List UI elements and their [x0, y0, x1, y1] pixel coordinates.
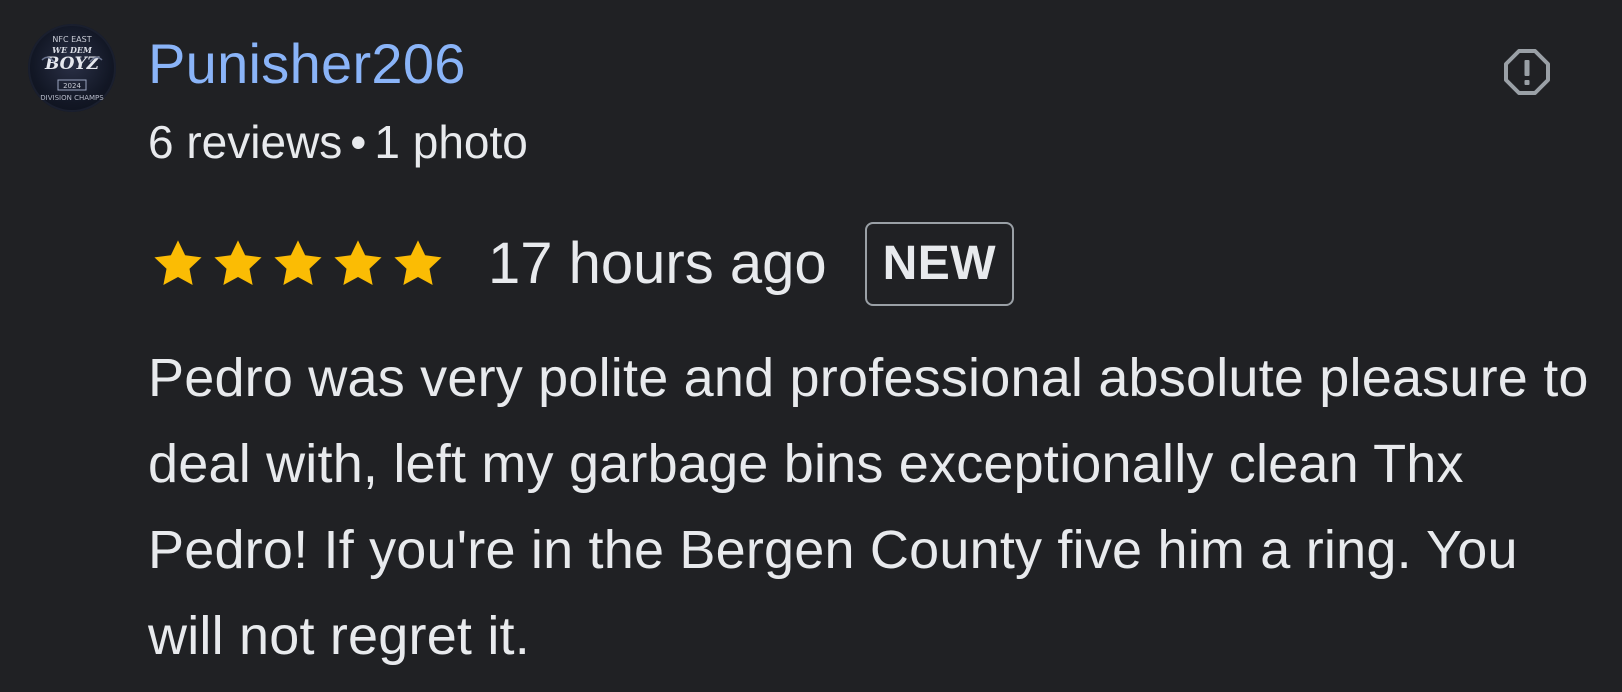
- rating-row: 17 hours ago NEW: [148, 222, 1015, 306]
- avatar-text-1: NFC EAST: [52, 35, 91, 44]
- review-text: Pedro was very polite and professional a…: [148, 348, 1589, 666]
- author-name[interactable]: Punisher206: [148, 32, 466, 96]
- meta-separator: •: [350, 116, 367, 168]
- star-rating: [148, 235, 448, 293]
- avatar-text-4: 2024: [63, 82, 81, 90]
- star-icon: [328, 235, 388, 293]
- avatar-text-3: BOYZ: [44, 54, 100, 74]
- star-icon: [388, 235, 448, 293]
- author-meta: 6 reviews • 1 photo: [148, 114, 528, 170]
- star-icon: [268, 235, 328, 293]
- photos-count: 1 photo: [374, 116, 528, 168]
- avatar-image: NFC EAST WE DEM BOYZ 2024 DIVISION CHAMP…: [40, 35, 104, 102]
- review-card: NFC EAST WE DEM BOYZ 2024 DIVISION CHAMP…: [0, 0, 1622, 692]
- star-icon: [208, 235, 268, 293]
- star-icon: [148, 235, 208, 293]
- report-icon: [1504, 49, 1550, 95]
- avatar-text-5: DIVISION CHAMPS: [40, 94, 104, 102]
- avatar[interactable]: NFC EAST WE DEM BOYZ 2024 DIVISION CHAMP…: [28, 24, 116, 112]
- new-badge: NEW: [864, 222, 1015, 306]
- reviews-count: 6 reviews: [148, 116, 343, 168]
- review-time: 17 hours ago: [488, 231, 827, 296]
- report-button[interactable]: [1503, 48, 1551, 96]
